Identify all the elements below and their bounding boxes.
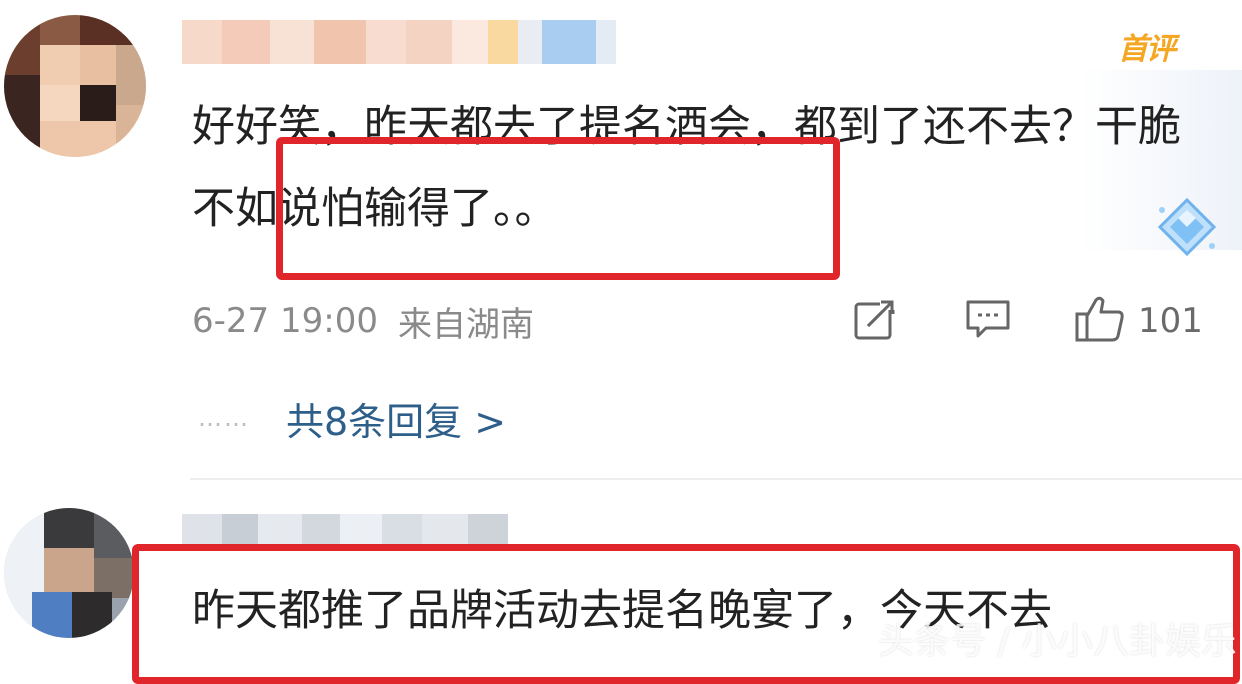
comment-meta: 6-27 19:00 来自湖南: [192, 296, 534, 346]
avatar[interactable]: [4, 508, 134, 638]
reply-button[interactable]: [964, 296, 1012, 346]
watermark: 头条号 / 小小八卦娱乐: [878, 621, 1238, 662]
comment-icon: [964, 296, 1012, 346]
view-replies-link[interactable]: 共8条回复 >: [286, 391, 506, 446]
replies-row: …… 共8条回复 >: [198, 390, 506, 446]
first-comment-badge: 首评: [1118, 32, 1176, 67]
like-button[interactable]: 101: [1074, 296, 1203, 346]
share-icon: [852, 296, 898, 346]
comment-location: 来自湖南: [397, 304, 534, 345]
share-button[interactable]: [852, 296, 898, 346]
highlight-box: [276, 137, 840, 280]
username-blurred[interactable]: [182, 20, 616, 64]
reply-dots: ……: [198, 404, 250, 432]
thumbs-up-icon: [1074, 294, 1126, 348]
avatar[interactable]: [4, 15, 146, 157]
diamond-badge-icon: [1156, 196, 1218, 258]
comment-time: 6-27 19:00: [192, 301, 378, 341]
like-count: 101: [1138, 301, 1203, 341]
comment-card: 首评 好好笑，昨天都去了提名酒会，都到了还不去？干脆不如说怕输得了。。 6-27…: [0, 0, 1242, 470]
